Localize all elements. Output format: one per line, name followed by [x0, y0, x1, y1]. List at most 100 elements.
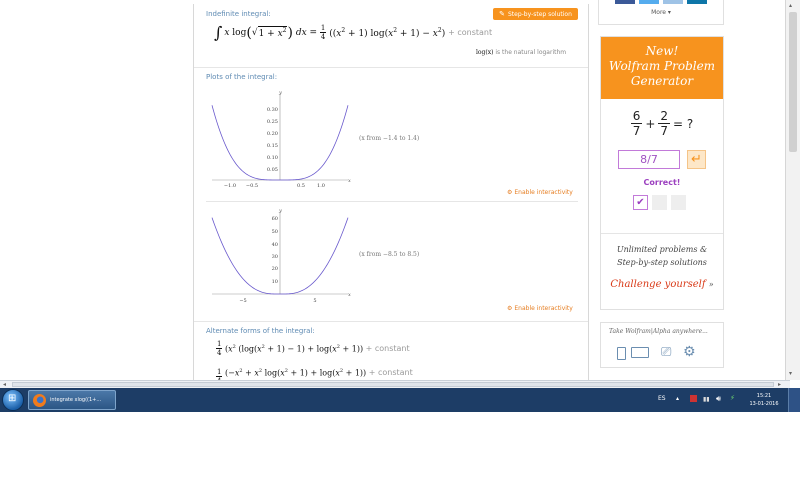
share-box: More ▾: [598, 0, 724, 25]
scroll-right-arrow[interactable]: ▸: [778, 381, 781, 388]
y-tick-labels: 0.30 0.25 0.20 0.15 0.10 0.05: [267, 107, 278, 173]
results-panel: Indefinite integral: ✎ Step-by-step solu…: [193, 4, 589, 381]
scroll-down-arrow[interactable]: ▾: [789, 370, 792, 377]
fraction-denominator: 7: [660, 124, 669, 138]
x-tick: 0.5: [297, 183, 305, 189]
promo-title-line: New!: [645, 44, 679, 58]
show-desktop-button[interactable]: [788, 388, 800, 412]
x-tick: −5: [239, 298, 246, 304]
plots-pod: Plots of the integral: x y 0.30 0.25 0.2…: [194, 68, 588, 322]
log-note-text: is the natural logarithm: [493, 49, 567, 56]
more-label: More: [651, 9, 666, 16]
answer-input[interactable]: 8/7: [618, 150, 680, 169]
double-chevron-icon: »: [708, 280, 714, 289]
scroll-thumb[interactable]: [12, 382, 774, 387]
mobile-apps-box: Take Wolfram|Alpha anywhere... ⎚ ⚙: [600, 322, 724, 368]
promo-title-line: Generator: [630, 74, 694, 88]
pod-title: Alternate forms of the integral:: [206, 327, 315, 335]
step-by-step-button[interactable]: ✎ Step-by-step solution: [493, 8, 578, 20]
alternate-forms-pod: Alternate forms of the integral: 14 (x2 …: [194, 322, 588, 380]
constant-label: + constant: [365, 344, 410, 353]
network-icon[interactable]: ▮▮: [703, 396, 710, 403]
enable-interactivity-label: Enable interactivity: [514, 305, 573, 312]
firefox-icon: [33, 393, 46, 407]
clock-date: 13-01-2016: [749, 401, 779, 407]
log-note-var: log(x): [476, 49, 494, 56]
y-tick: 30: [272, 254, 278, 260]
x-tick-labels: −5 5: [239, 298, 316, 304]
fraction-numerator: 6: [630, 109, 643, 124]
step-by-step-label: Step-by-step solution: [507, 10, 572, 18]
pod-title: Indefinite integral:: [206, 10, 271, 18]
range-note: (x from −8.5 to 8.5): [359, 251, 420, 258]
checkbox-done: ✔: [633, 195, 648, 210]
vertical-scrollbar[interactable]: ▴ ▾: [785, 0, 800, 380]
fraction-numerator: 2: [658, 109, 671, 124]
plot-large-range: x y 60 50 40 30 20 10 −5 5: [211, 208, 351, 304]
indefinite-integral-pod: Indefinite integral: ✎ Step-by-step solu…: [194, 4, 588, 68]
volume-icon[interactable]: 🔊︎: [716, 394, 721, 404]
y-tick: 50: [272, 229, 278, 235]
submit-answer-button[interactable]: ↵: [687, 150, 706, 169]
browser-viewport: Indefinite integral: ✎ Step-by-step solu…: [0, 0, 800, 412]
y-tick: 0.10: [267, 155, 278, 161]
challenge-link[interactable]: Challenge yourself »: [601, 279, 723, 290]
y-tick: 10: [272, 279, 278, 285]
scroll-thumb[interactable]: [789, 12, 797, 152]
y-tick: 0.25: [267, 119, 278, 125]
unlimited-line: Step-by-step solutions: [617, 258, 707, 267]
start-button[interactable]: ⊞: [2, 389, 24, 411]
action-center-flag-icon[interactable]: [690, 395, 697, 402]
taskbar-item-firefox[interactable]: integrate xlog((1+...: [28, 390, 116, 410]
clock[interactable]: 15:21 13-01-2016: [744, 392, 784, 408]
problem-generator-promo: New! Wolfram Problem Generator 6 7 + 2 7…: [600, 36, 724, 310]
y-tick: 0.05: [267, 167, 278, 173]
power-icon[interactable]: ⚡: [730, 394, 735, 402]
device-icon[interactable]: [617, 347, 626, 360]
unlimited-line: Unlimited problems &: [616, 245, 708, 254]
edit-icon: ✎: [499, 10, 505, 18]
divider: [601, 233, 723, 234]
correct-label: Correct!: [643, 178, 681, 187]
chevron-down-icon: ▾: [667, 9, 671, 16]
practice-problem: 6 7 + 2 7 = ?: [630, 109, 694, 138]
tablet-icon[interactable]: [631, 347, 649, 358]
x-tick: 1.0: [317, 183, 325, 189]
alternate-form-1: 14 (x2 (log(x2 + 1) − 1) + log(x2 + 1)) …: [216, 340, 410, 357]
language-indicator[interactable]: ES: [658, 395, 666, 402]
pod-title: Plots of the integral:: [206, 73, 278, 81]
twitter-icon[interactable]: [639, 0, 659, 4]
linkedin-icon[interactable]: [687, 0, 707, 4]
integral-formula: ∫ x log ( √ 1 + x2 ) dx = 14 ((x2 + 1) lo…: [214, 22, 493, 42]
enable-interactivity-link[interactable]: ⚙ Enable interactivity: [507, 189, 573, 196]
chip-icon[interactable]: ⎚: [661, 345, 671, 360]
y-axis-label: y: [278, 90, 282, 96]
scroll-up-arrow[interactable]: ▴: [789, 2, 792, 9]
equals-question: = ?: [673, 116, 694, 131]
settings-icon: ⚙: [507, 305, 513, 312]
log-note: log(x) is the natural logarithm: [476, 49, 566, 56]
x-tick-labels: −1.0 −0.5 0.5 1.0: [224, 183, 325, 189]
x-axis-label: x: [348, 178, 351, 184]
x-tick: −0.5: [246, 183, 258, 189]
gear-icon[interactable]: ⚙: [683, 344, 696, 360]
return-icon: ↵: [691, 152, 702, 167]
take-anywhere-label: Take Wolfram|Alpha anywhere...: [609, 328, 708, 335]
windows-logo-icon: ⊞: [8, 393, 17, 404]
scroll-left-arrow[interactable]: ◂: [3, 381, 6, 388]
constant-label: + constant: [368, 368, 413, 377]
more-link[interactable]: More ▾: [599, 9, 723, 16]
share-icon[interactable]: [663, 0, 683, 4]
range-note: (x from −1.4 to 1.4): [359, 135, 420, 142]
facebook-icon[interactable]: [615, 0, 635, 4]
fraction-denominator: 7: [632, 124, 641, 138]
challenge-label: Challenge yourself: [610, 279, 706, 290]
unlimited-text: Unlimited problems & Step-by-step soluti…: [601, 243, 723, 269]
enable-interactivity-link[interactable]: ⚙ Enable interactivity: [507, 305, 573, 312]
y-tick: 0.15: [267, 143, 278, 149]
settings-icon: ⚙: [507, 189, 513, 196]
promo-header[interactable]: New! Wolfram Problem Generator: [601, 37, 723, 99]
y-tick: 0.20: [267, 131, 278, 137]
y-tick: 0.30: [267, 107, 278, 113]
show-hidden-icons-button[interactable]: ▴: [676, 395, 679, 402]
